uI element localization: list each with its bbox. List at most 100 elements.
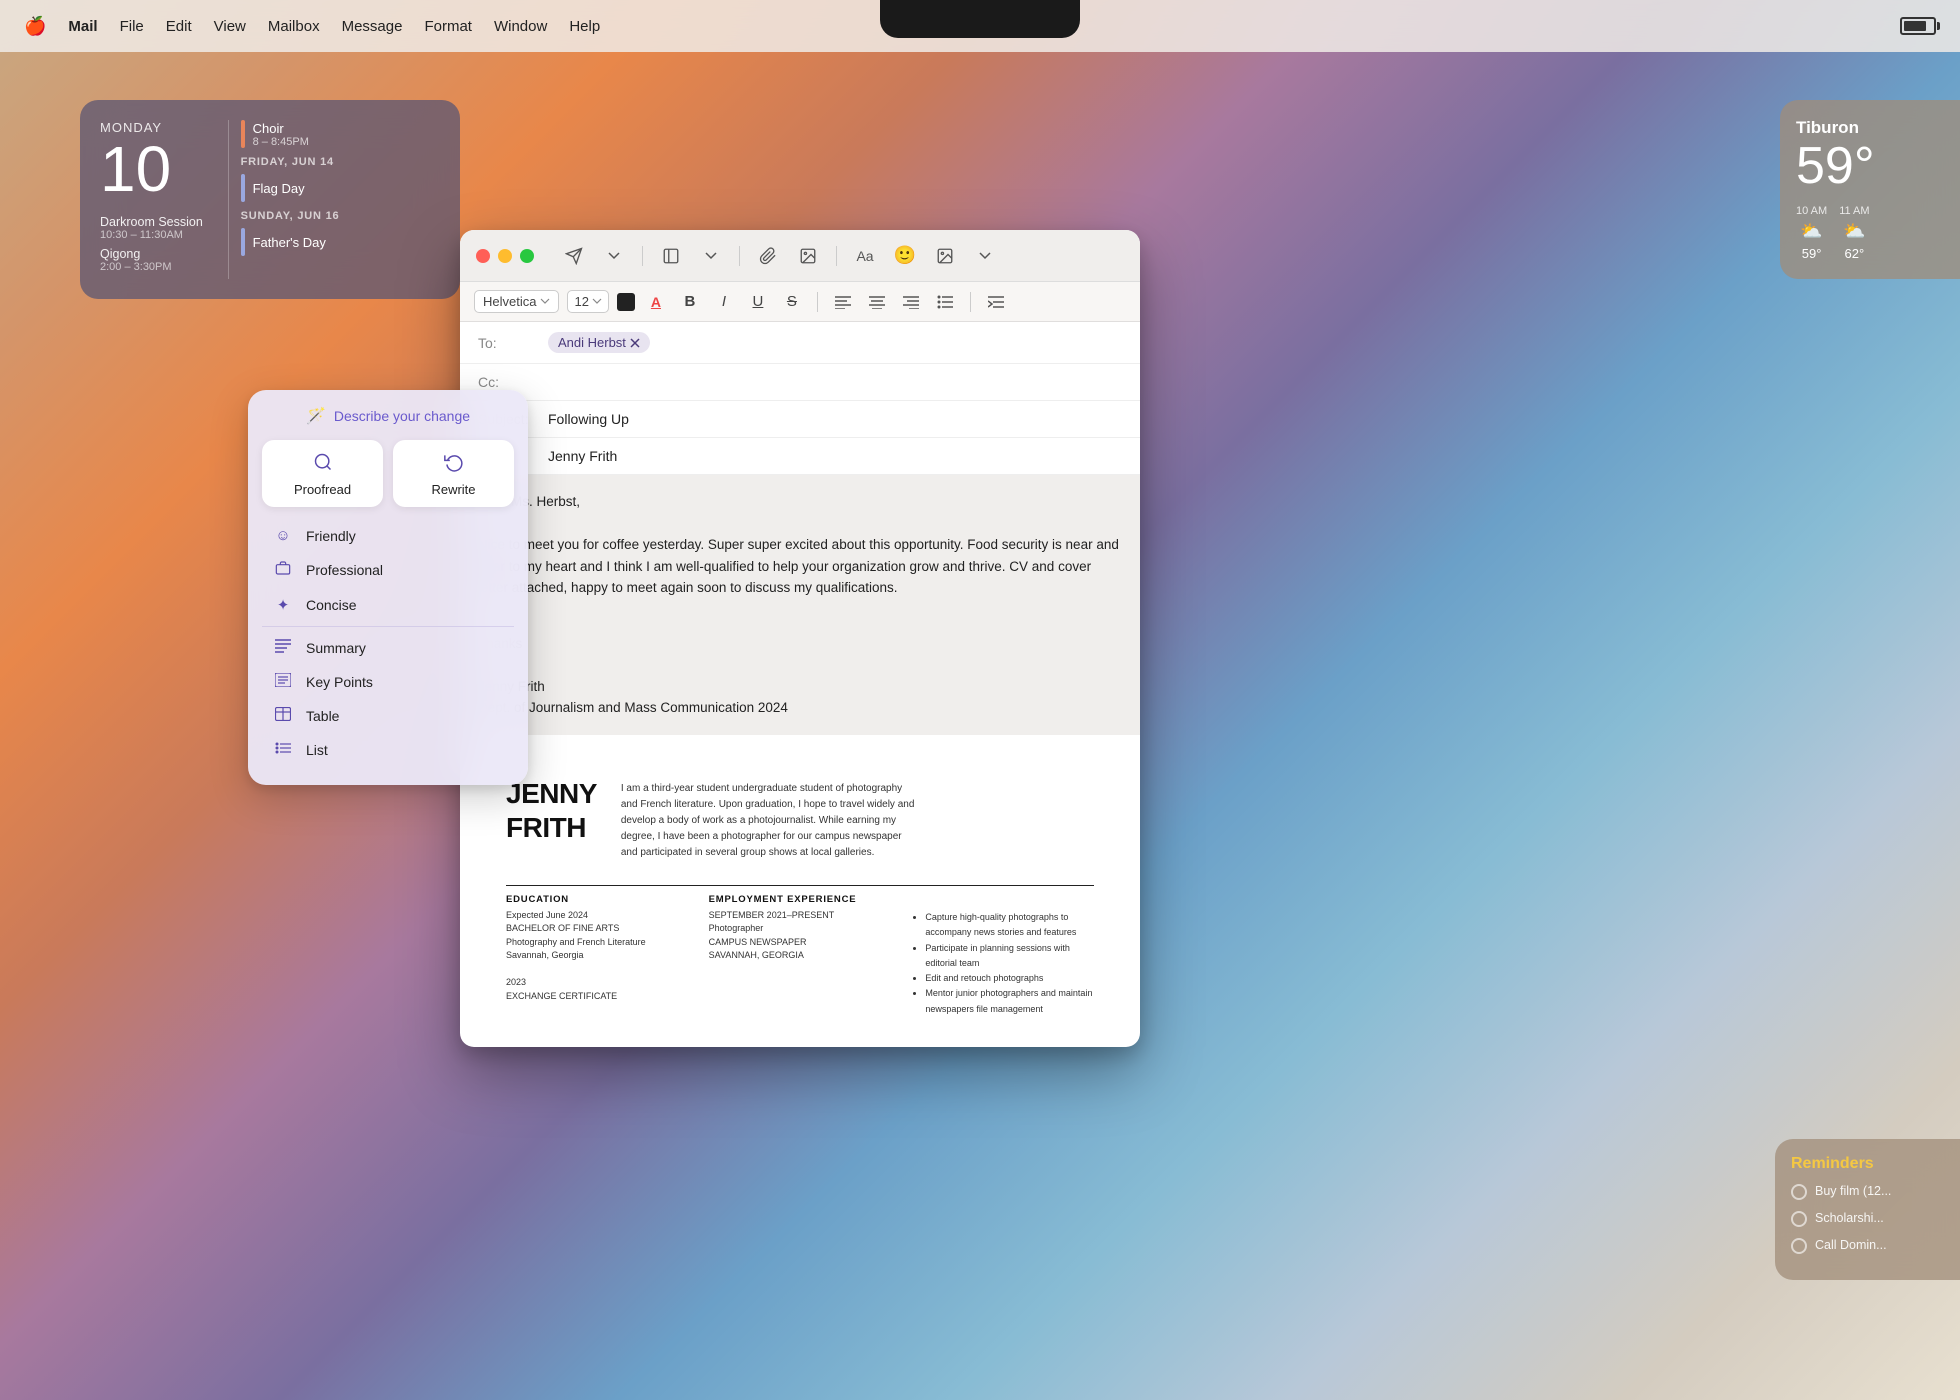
mail-toolbar: Aa 🙂: [558, 240, 1001, 272]
format-bold-button[interactable]: B: [677, 289, 703, 315]
calendar-dot-3: [241, 228, 245, 256]
wt-keypoints-item[interactable]: Key Points: [262, 665, 514, 699]
reminder-circle-1: [1791, 1184, 1807, 1200]
wt-concise-item[interactable]: ✦ Concise: [262, 588, 514, 622]
align-left-icon[interactable]: [830, 289, 856, 315]
employment-bullets: Capture high-quality photographs to acco…: [911, 910, 1094, 1017]
battery-icon: [1900, 17, 1936, 35]
reminder-text-1: Buy film (12...: [1815, 1183, 1891, 1199]
bullet-2: Participate in planning sessions with ed…: [925, 941, 1094, 972]
font-size-label: 12: [574, 294, 588, 309]
wt-summary-item[interactable]: Summary: [262, 631, 514, 665]
format-italic-button[interactable]: I: [711, 289, 737, 315]
table-label: Table: [306, 708, 339, 724]
emoji-icon[interactable]: 🙂: [889, 240, 921, 272]
compose-window-icon[interactable]: [655, 240, 687, 272]
cal-event-choir-name: Choir: [253, 121, 309, 136]
weather-hour-1-temp: 59°: [1802, 246, 1822, 261]
calendar-day-number: 10: [100, 137, 216, 201]
align-right-icon[interactable]: [898, 289, 924, 315]
reminder-2: Scholarshi...: [1791, 1210, 1944, 1227]
rewrite-icon: [444, 452, 464, 477]
proofread-button[interactable]: Proofread: [262, 440, 383, 507]
wt-table-item[interactable]: Table: [262, 699, 514, 733]
wt-friendly-item[interactable]: ☺ Friendly: [262, 519, 514, 552]
text-color-swatch[interactable]: [617, 293, 635, 311]
friendly-label: Friendly: [306, 528, 356, 544]
font-name-selector[interactable]: Helvetica: [474, 290, 559, 313]
cc-label: Cc:: [478, 374, 548, 390]
rewrite-label: Rewrite: [431, 482, 475, 497]
calendar-section-sun: SUNDAY, JUN 16: [241, 210, 440, 222]
proofread-label: Proofread: [294, 482, 351, 497]
education-title: EDUCATION: [506, 894, 689, 905]
subject-value[interactable]: Following Up: [548, 411, 629, 427]
maximize-button[interactable]: [520, 249, 534, 263]
wt-divider: [262, 626, 514, 627]
table-icon: [272, 707, 294, 725]
doc-name-block: JENNY FRITH: [506, 777, 597, 861]
doc-divider: [506, 885, 1094, 886]
cal-event-fathers-name: Father's Day: [253, 235, 326, 250]
bullet-1: Capture high-quality photographs to acco…: [925, 910, 1094, 941]
mail-window: Aa 🙂 Helvetica 12 A B I: [460, 230, 1140, 1047]
weather-hour-1-icon: ⛅: [1800, 221, 1822, 242]
menu-mailbox[interactable]: Mailbox: [268, 18, 320, 35]
format-strikethrough-button[interactable]: S: [779, 289, 805, 315]
writing-tools-popup: 🪄 Describe your change Proofread Rewrite: [248, 390, 528, 785]
menu-edit[interactable]: Edit: [166, 18, 192, 35]
toolbar-separator-3: [836, 246, 837, 266]
menu-format[interactable]: Format: [424, 18, 472, 35]
format-underline-button[interactable]: U: [745, 289, 771, 315]
font-name-label: Helvetica: [483, 294, 536, 309]
font-icon[interactable]: Aa: [849, 240, 881, 272]
weather-hour-1-label: 10 AM: [1796, 205, 1827, 217]
battery-fill: [1904, 21, 1926, 31]
recipient-tag[interactable]: Andi Herbst: [548, 332, 650, 353]
rewrite-button[interactable]: Rewrite: [393, 440, 514, 507]
menu-file[interactable]: File: [120, 18, 144, 35]
image-library-dropdown-icon[interactable]: [969, 240, 1001, 272]
from-field: From: Jenny Frith: [460, 438, 1140, 475]
mail-body-text[interactable]: Dear Ms. Herbst, Nice to meet you for co…: [478, 491, 1122, 719]
menu-message[interactable]: Message: [342, 18, 403, 35]
photo-icon[interactable]: [792, 240, 824, 272]
format-highlight-icon[interactable]: A: [643, 289, 669, 315]
calendar-day-name: MONDAY: [100, 120, 216, 135]
font-size-selector[interactable]: 12: [567, 290, 608, 313]
send-icon[interactable]: [558, 240, 590, 272]
compose-dropdown-icon[interactable]: [695, 240, 727, 272]
calendar-upcoming-1: Choir 8 – 8:45PM: [241, 120, 440, 148]
menu-window[interactable]: Window: [494, 18, 547, 35]
reminder-circle-2: [1791, 1211, 1807, 1227]
mac-notch: [880, 0, 1080, 38]
close-button[interactable]: [476, 249, 490, 263]
apple-logo-icon[interactable]: 🍎: [24, 16, 46, 37]
attachment-icon[interactable]: [752, 240, 784, 272]
wt-list-item[interactable]: List: [262, 733, 514, 767]
minimize-button[interactable]: [498, 249, 512, 263]
calendar-dot-1: [241, 120, 245, 148]
menu-help[interactable]: Help: [569, 18, 600, 35]
calendar-section-fri: FRIDAY, JUN 14: [241, 156, 440, 168]
reminders-title: Reminders: [1791, 1155, 1944, 1173]
image-library-icon[interactable]: [929, 240, 961, 272]
mail-body[interactable]: Dear Ms. Herbst, Nice to meet you for co…: [460, 475, 1140, 735]
send-dropdown-icon[interactable]: [598, 240, 630, 272]
menu-app-name[interactable]: Mail: [68, 18, 97, 35]
calendar-dot-2: [241, 174, 245, 202]
menu-bar-left: 🍎 Mail File Edit View Mailbox Message Fo…: [24, 16, 600, 37]
indent-icon[interactable]: [983, 289, 1009, 315]
concise-label: Concise: [306, 597, 357, 613]
menu-view[interactable]: View: [214, 18, 246, 35]
employment-body: SEPTEMBER 2021–PRESENT Photographer CAMP…: [709, 909, 892, 963]
writing-tools-header: 🪄 Describe your change: [262, 406, 514, 426]
writing-tools-sparkle-icon: 🪄: [306, 406, 326, 426]
doc-bio-text: I am a third-year student undergraduate …: [621, 777, 921, 861]
list-label: List: [306, 742, 328, 758]
wt-professional-item[interactable]: Professional: [262, 552, 514, 588]
align-center-icon[interactable]: [864, 289, 890, 315]
list-format-icon[interactable]: [932, 289, 958, 315]
from-value: Jenny Frith: [548, 448, 617, 464]
doc-education-col: EDUCATION Expected June 2024 BACHELOR OF…: [506, 894, 689, 1017]
